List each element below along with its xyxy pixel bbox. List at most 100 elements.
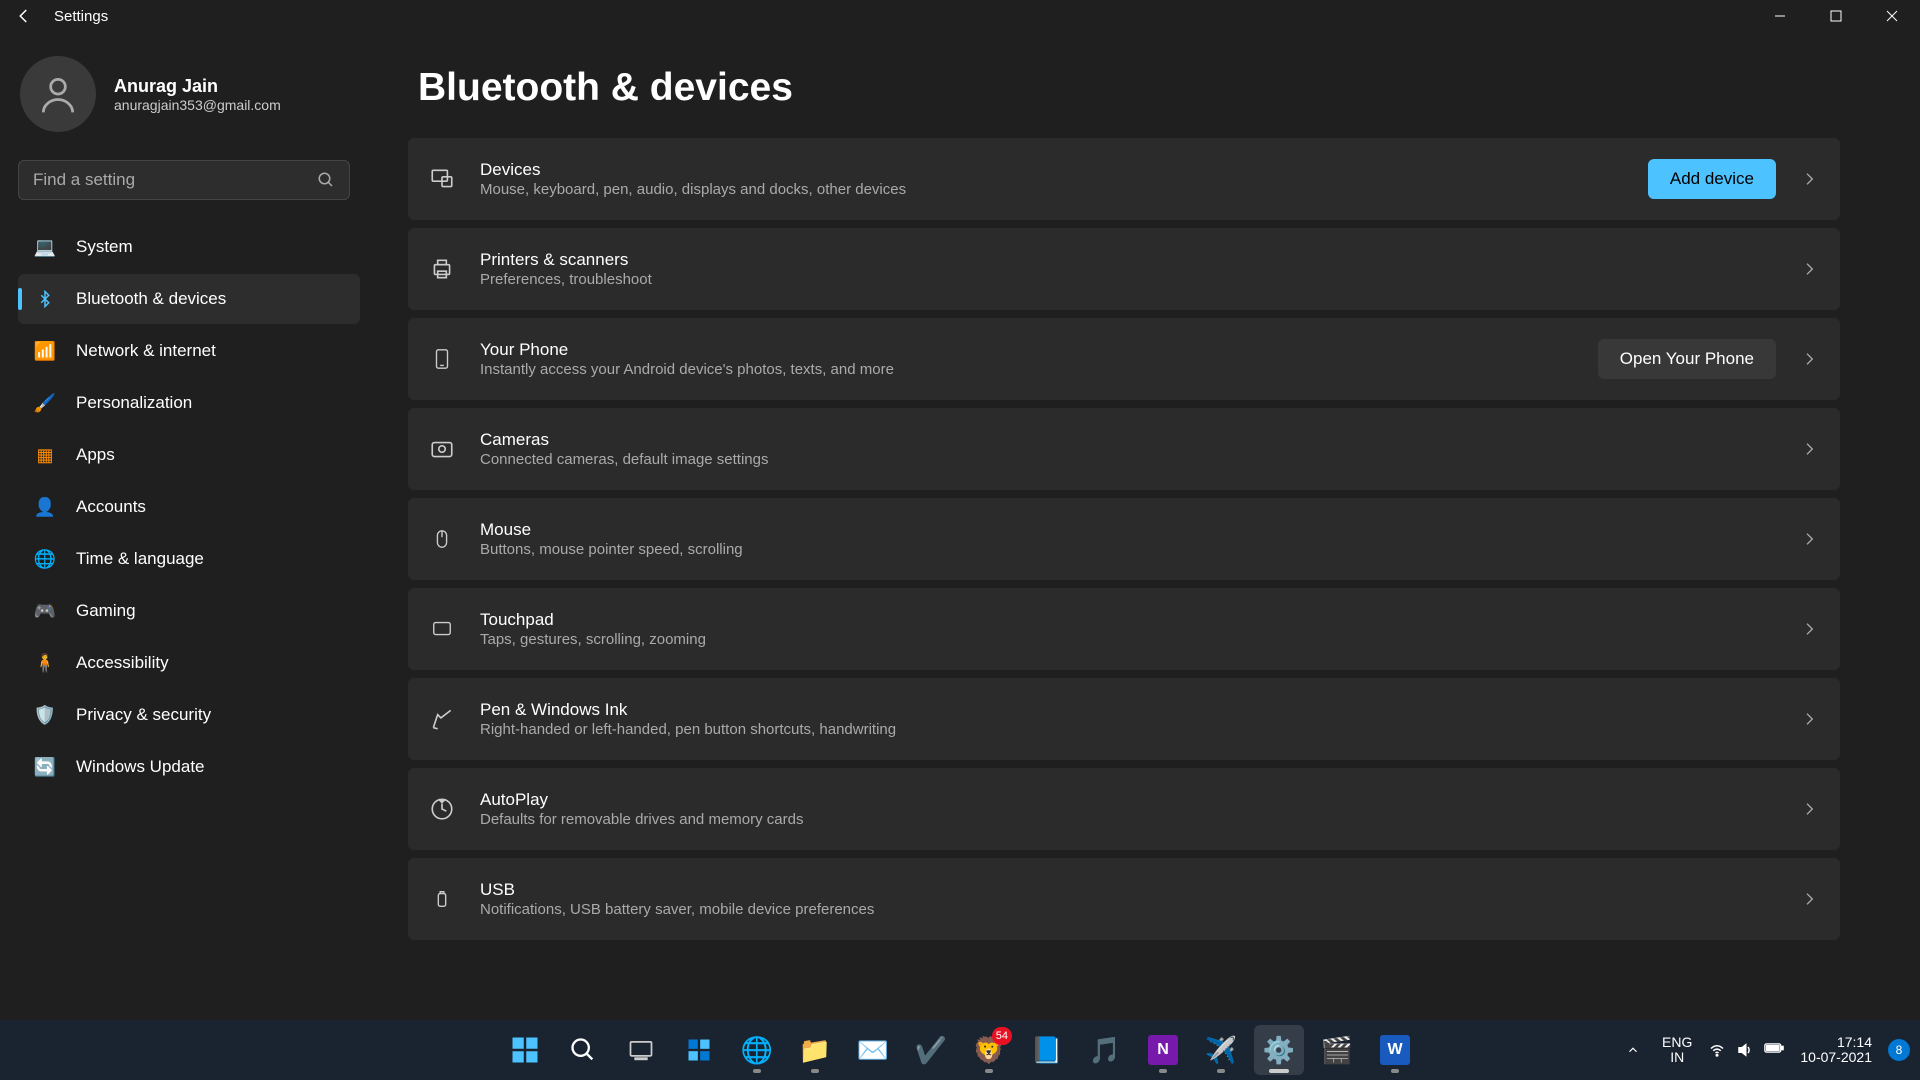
accessibility-icon: 🧍 <box>34 652 56 674</box>
nav-item-privacy-security[interactable]: 🛡️Privacy & security <box>18 690 360 740</box>
nav-item-personalization[interactable]: 🖌️Personalization <box>18 378 360 428</box>
system-tray[interactable] <box>1708 1041 1784 1059</box>
brave-badge: 54 <box>992 1027 1012 1045</box>
personalization-icon: 🖌️ <box>34 392 56 414</box>
card-title: Cameras <box>480 430 1798 450</box>
sidebar: Anurag Jain anuragjain353@gmail.com 💻 Sys… <box>0 32 368 1020</box>
chevron-right-icon <box>1798 708 1820 730</box>
close-button[interactable] <box>1864 0 1920 32</box>
nav-label: Accounts <box>76 497 146 517</box>
maximize-button[interactable] <box>1808 0 1864 32</box>
card-title: Your Phone <box>480 340 1598 360</box>
start-button[interactable] <box>500 1025 550 1075</box>
clock[interactable]: 17:14 10-07-2021 <box>1800 1035 1872 1066</box>
app-title: Settings <box>54 8 108 25</box>
windows-update-icon: 🔄 <box>34 756 56 778</box>
card-desc: Buttons, mouse pointer speed, scrolling <box>480 541 1798 558</box>
task-view-button[interactable] <box>616 1025 666 1075</box>
back-button[interactable] <box>10 2 38 30</box>
pen-windows-ink-icon <box>428 705 456 733</box>
nav-label: Accessibility <box>76 653 169 673</box>
nav-label: Time & language <box>76 549 204 569</box>
clock-time: 17:14 <box>1800 1035 1872 1050</box>
chevron-right-icon <box>1798 618 1820 640</box>
word-icon[interactable]: W <box>1370 1025 1420 1075</box>
nav-label: Gaming <box>76 601 136 621</box>
volume-icon <box>1736 1041 1754 1059</box>
nav-label: Privacy & security <box>76 705 211 725</box>
taskbar: 🌐 📁 ✉️ ✔️ 🦁54 📘 🎵 N ✈️ ⚙️ 🎬 W ENG IN 17:… <box>0 1020 1920 1080</box>
nav-item-network-internet[interactable]: 📶Network & internet <box>18 326 360 376</box>
avatar <box>20 56 96 132</box>
mouse-icon <box>428 525 456 553</box>
nav-item-system[interactable]: 💻 System <box>18 222 360 272</box>
card-title: Devices <box>480 160 1648 180</box>
mail-icon[interactable]: ✉️ <box>848 1025 898 1075</box>
explorer-icon[interactable]: 📁 <box>790 1025 840 1075</box>
chevron-right-icon <box>1798 168 1820 190</box>
profile-name: Anurag Jain <box>114 76 281 97</box>
card-title: USB <box>480 880 1798 900</box>
content-area: Bluetooth & devices DevicesMouse, keyboa… <box>368 32 1920 1020</box>
usb-icon <box>428 885 456 913</box>
todo-icon[interactable]: ✔️ <box>906 1025 956 1075</box>
amazon-music-icon[interactable]: 🎵 <box>1080 1025 1130 1075</box>
nav-label: System <box>76 237 133 257</box>
card-devices[interactable]: DevicesMouse, keyboard, pen, audio, disp… <box>408 138 1840 220</box>
language-indicator[interactable]: ENG IN <box>1662 1035 1692 1066</box>
search-input[interactable] <box>33 170 317 190</box>
telegram-icon[interactable]: ✈️ <box>1196 1025 1246 1075</box>
widgets-button[interactable] <box>674 1025 724 1075</box>
nav-item-time-language[interactable]: 🌐 Time & language <box>18 534 360 584</box>
accounts-icon: 👤 <box>34 496 56 518</box>
cameras-icon <box>428 435 456 463</box>
card-desc: Connected cameras, default image setting… <box>480 451 1798 468</box>
nav-label: Network & internet <box>76 341 216 361</box>
card-desc: Preferences, troubleshoot <box>480 271 1798 288</box>
resolve-icon[interactable]: 🎬 <box>1312 1025 1362 1075</box>
chevron-right-icon <box>1798 348 1820 370</box>
nav-item-accessibility[interactable]: 🧍 Accessibility <box>18 638 360 688</box>
settings-taskbar-icon[interactable]: ⚙️ <box>1254 1025 1304 1075</box>
chevron-right-icon <box>1798 888 1820 910</box>
card-pen-windows-ink[interactable]: Pen & Windows InkRight-handed or left-ha… <box>408 678 1840 760</box>
devices-icon <box>428 165 456 193</box>
nav-item-gaming[interactable]: 🎮Gaming <box>18 586 360 636</box>
card-usb[interactable]: USBNotifications, USB battery saver, mob… <box>408 858 1840 940</box>
card-cameras[interactable]: CamerasConnected cameras, default image … <box>408 408 1840 490</box>
card-title: Printers & scanners <box>480 250 1798 270</box>
page-title: Bluetooth & devices <box>408 66 1840 110</box>
onenote-icon[interactable]: N <box>1138 1025 1188 1075</box>
profile-section[interactable]: Anurag Jain anuragjain353@gmail.com <box>18 56 360 132</box>
card-printers-scanners[interactable]: Printers & scannersPreferences, troubles… <box>408 228 1840 310</box>
card-mouse[interactable]: MouseButtons, mouse pointer speed, scrol… <box>408 498 1840 580</box>
search-taskbar-button[interactable] <box>558 1025 608 1075</box>
time-language-icon: 🌐 <box>34 548 56 570</box>
search-box[interactable] <box>18 160 350 200</box>
reader-icon[interactable]: 📘 <box>1022 1025 1072 1075</box>
nav-item-apps[interactable]: ▦ Apps <box>18 430 360 480</box>
search-icon <box>317 171 335 189</box>
card-desc: Instantly access your Android device's p… <box>480 361 1598 378</box>
nav-item-accounts[interactable]: 👤 Accounts <box>18 482 360 532</box>
minimize-button[interactable] <box>1752 0 1808 32</box>
chevron-right-icon <box>1798 258 1820 280</box>
apps-icon: ▦ <box>34 444 56 466</box>
add-device-button[interactable]: Add device <box>1648 159 1776 199</box>
nav-label: Bluetooth & devices <box>76 289 226 309</box>
tray-overflow-button[interactable] <box>1620 1037 1646 1063</box>
bluetooth-devices-icon <box>34 288 56 310</box>
nav-item-windows-update[interactable]: 🔄Windows Update <box>18 742 360 792</box>
nav-item-bluetooth-devices[interactable]: Bluetooth & devices <box>18 274 360 324</box>
card-touchpad[interactable]: TouchpadTaps, gestures, scrolling, zoomi… <box>408 588 1840 670</box>
notification-center-button[interactable]: 8 <box>1888 1039 1910 1061</box>
nav-label: Apps <box>76 445 115 465</box>
brave-icon[interactable]: 🦁54 <box>964 1025 1014 1075</box>
card-autoplay[interactable]: AutoPlayDefaults for removable drives an… <box>408 768 1840 850</box>
card-your-phone[interactable]: Your PhoneInstantly access your Android … <box>408 318 1840 400</box>
edge-icon[interactable]: 🌐 <box>732 1025 782 1075</box>
system-icon: 💻 <box>34 236 56 258</box>
language-line1: ENG <box>1662 1035 1692 1050</box>
open-your-phone-button[interactable]: Open Your Phone <box>1598 339 1776 379</box>
card-desc: Mouse, keyboard, pen, audio, displays an… <box>480 181 1648 198</box>
